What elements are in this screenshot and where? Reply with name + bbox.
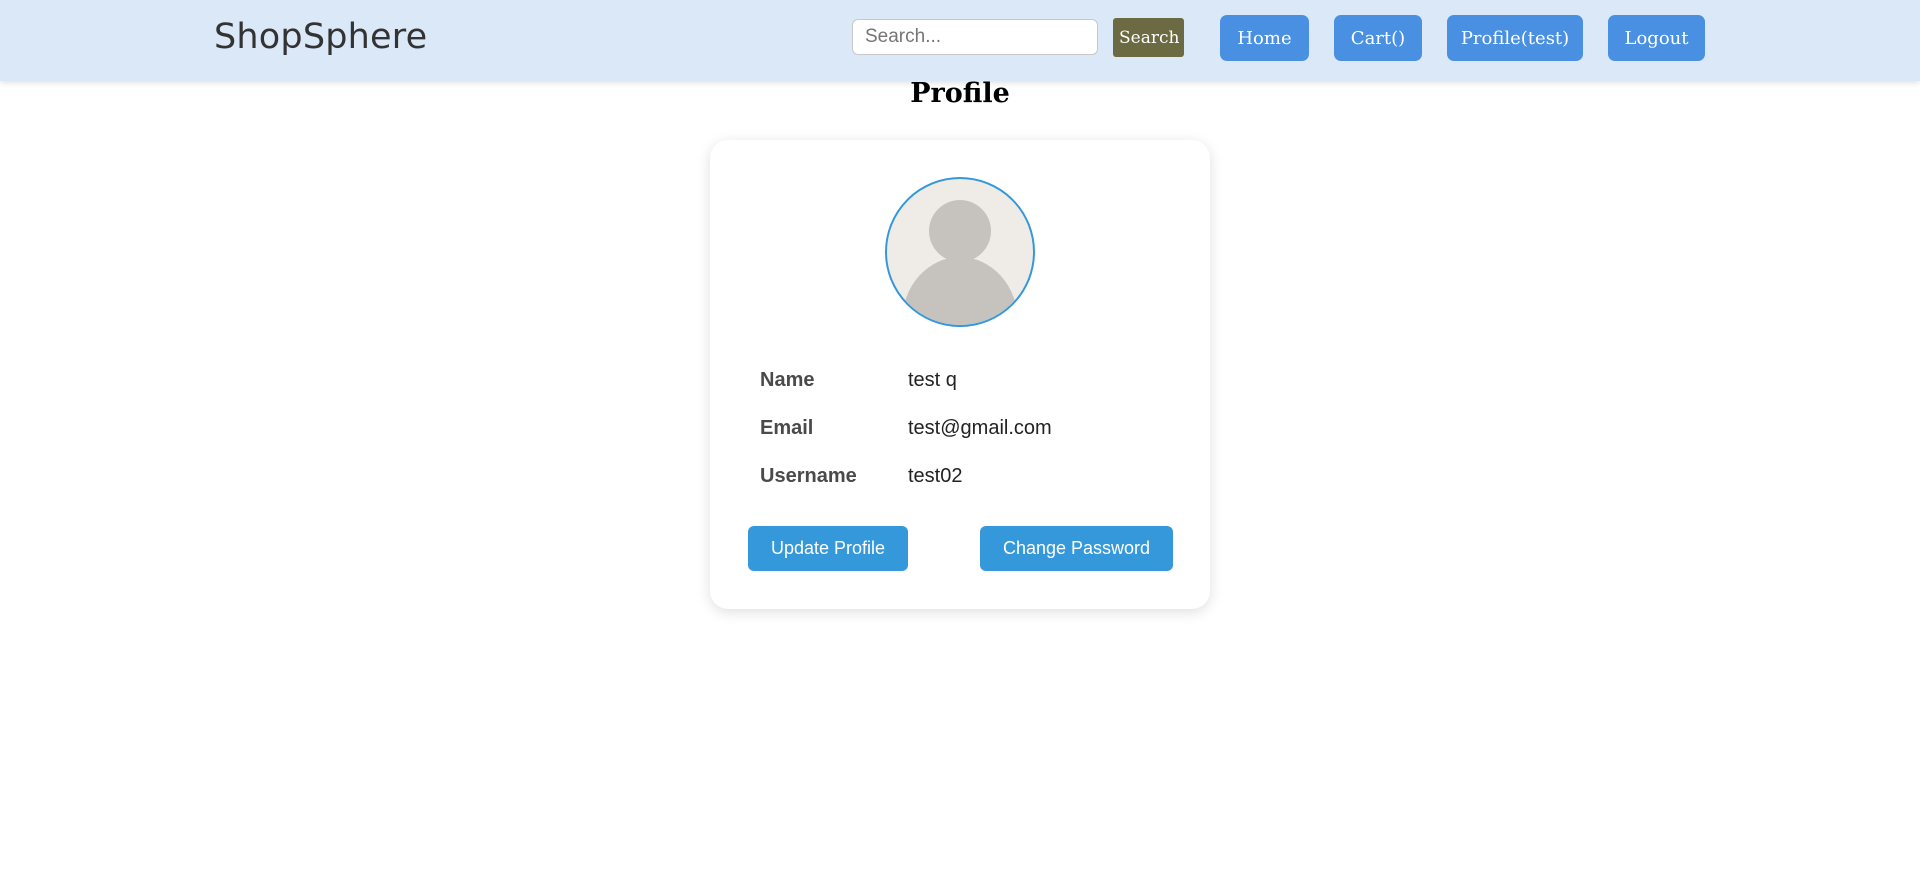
profile-card: Name test q Email test@gmail.com Usernam… [710, 140, 1210, 609]
nav-home-button[interactable]: Home [1220, 15, 1309, 61]
email-label: Email [760, 417, 814, 439]
username-value: test02 [908, 465, 963, 487]
email-value: test@gmail.com [908, 417, 1052, 439]
name-label: Name [760, 369, 815, 391]
avatar [885, 177, 1035, 327]
change-password-button[interactable]: Change Password [980, 526, 1173, 571]
top-navbar: ShopSphere Search Home Cart() Profile(te… [0, 0, 1920, 81]
nav-logout-button[interactable]: Logout [1608, 15, 1705, 61]
name-value: test q [908, 369, 957, 391]
nav-cart-button[interactable]: Cart() [1334, 15, 1422, 61]
brand-logo[interactable]: ShopSphere [214, 17, 427, 57]
nav-profile-button[interactable]: Profile(test) [1447, 15, 1583, 61]
page-title: Profile [910, 78, 1010, 109]
search-input[interactable] [852, 19, 1098, 55]
user-placeholder-icon [902, 200, 1018, 325]
search-button[interactable]: Search [1113, 18, 1184, 57]
username-label: Username [760, 465, 857, 487]
update-profile-button[interactable]: Update Profile [748, 526, 908, 571]
